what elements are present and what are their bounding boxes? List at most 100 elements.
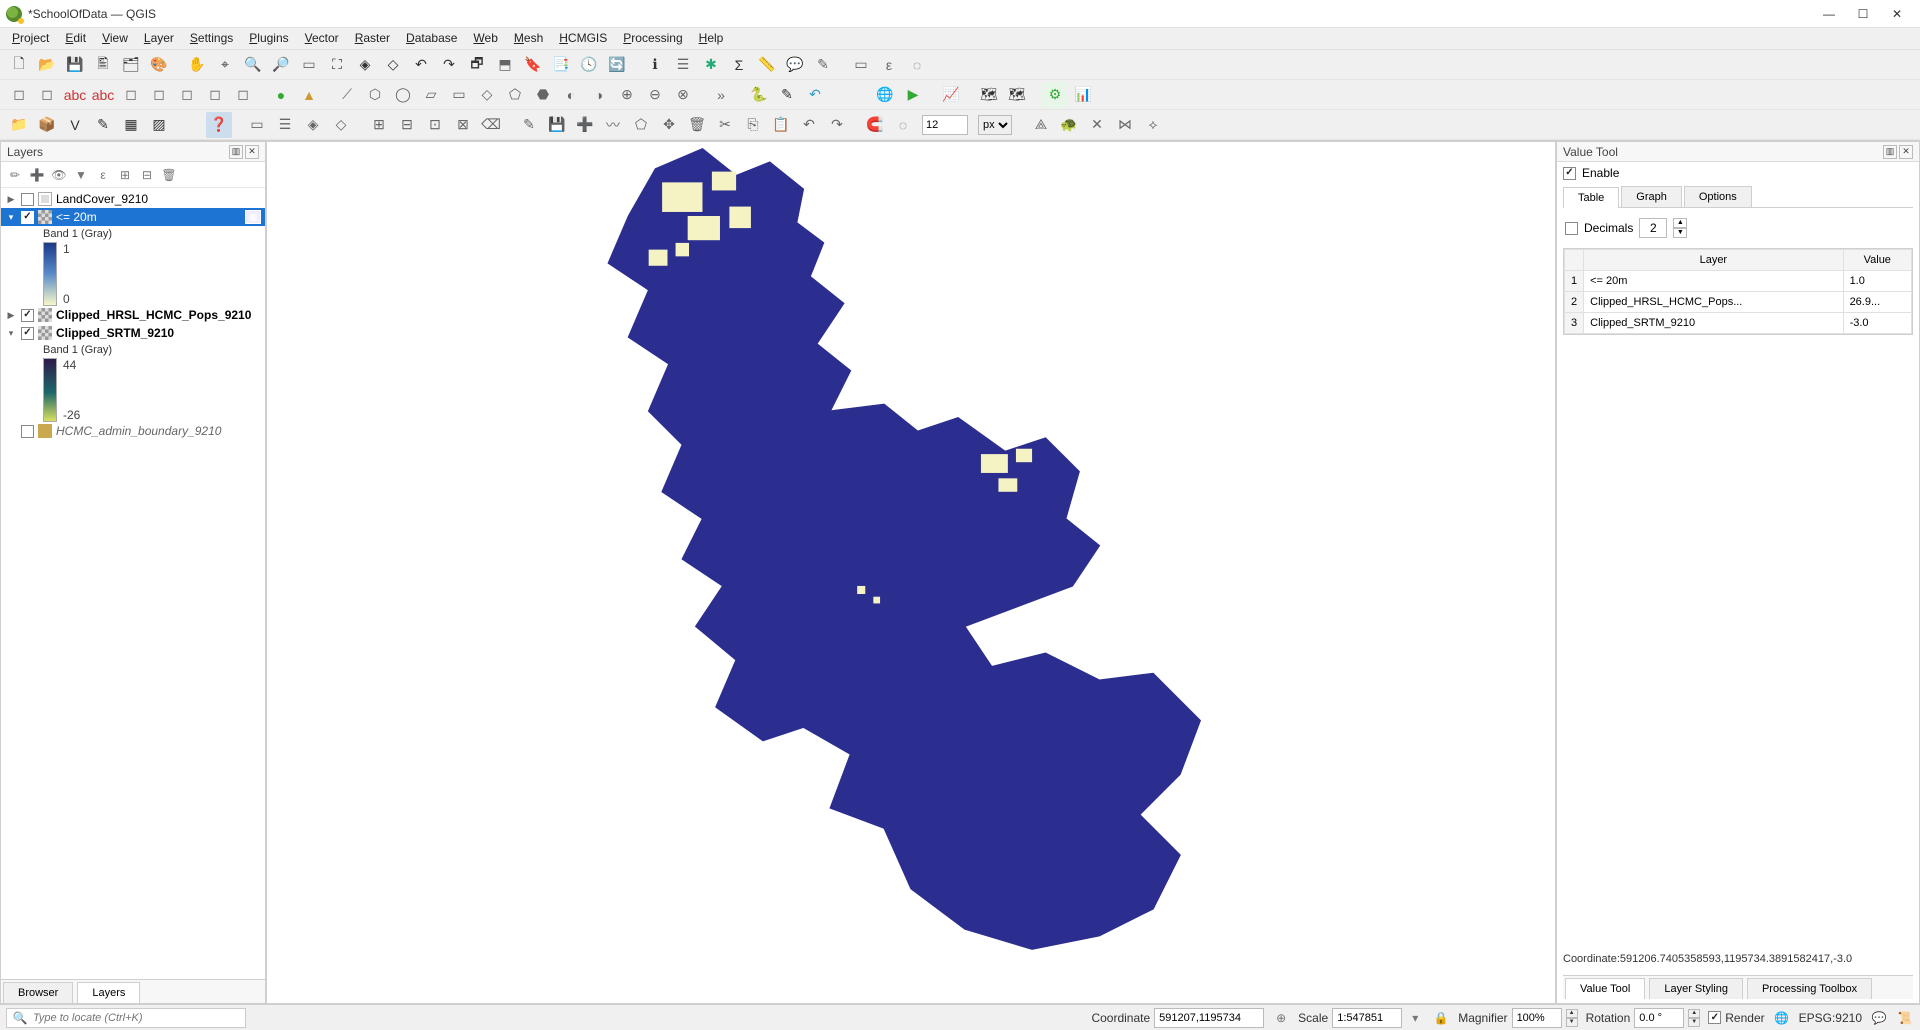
menu-web[interactable]: Web	[465, 28, 505, 49]
digitize-6[interactable]: ◇	[474, 82, 500, 108]
label-tool-4[interactable]: ◻	[146, 82, 172, 108]
data-source-manager-button[interactable]: 📁	[6, 112, 32, 138]
edit-line[interactable]: 〰	[600, 112, 626, 138]
coordinate-input[interactable]	[1154, 1008, 1264, 1028]
scale-dropdown-icon[interactable]: ▾	[1406, 1009, 1424, 1027]
filter-legend-icon[interactable]: ▼	[73, 167, 89, 183]
menu-edit[interactable]: Edit	[57, 28, 94, 49]
crs-icon[interactable]: 🌐	[1773, 1009, 1791, 1027]
locator-bar[interactable]: 🔍	[6, 1008, 246, 1028]
zoom-last-button[interactable]: ↶	[408, 52, 434, 78]
tb3-9[interactable]: ⌫	[478, 112, 504, 138]
field-calculator-button[interactable]: ✱	[698, 52, 724, 78]
help-button[interactable]: ❓	[206, 112, 232, 138]
label-abc-button[interactable]: abc	[62, 82, 88, 108]
mmqgis2-button[interactable]: ▲	[296, 82, 322, 108]
layer-row[interactable]: ▶LandCover_9210	[1, 190, 265, 208]
menu-raster[interactable]: Raster	[347, 28, 398, 49]
annotation-button[interactable]: ✎	[810, 52, 836, 78]
magnifier-input[interactable]	[1512, 1008, 1562, 1028]
menu-plugins[interactable]: Plugins	[241, 28, 296, 49]
close-button[interactable]: ✕	[1880, 2, 1914, 26]
locator-input[interactable]	[33, 1012, 241, 1024]
menu-layer[interactable]: Layer	[136, 28, 182, 49]
label-tool-1[interactable]: ◻	[6, 82, 32, 108]
digitize-11[interactable]: ⊕	[614, 82, 640, 108]
deselect-button[interactable]: ◌	[904, 52, 930, 78]
vt-enable-checkbox[interactable]	[1563, 167, 1576, 180]
zoom-out-button[interactable]: 🔎	[268, 52, 294, 78]
edit-poly[interactable]: ⬠	[628, 112, 654, 138]
messages-icon[interactable]: 💬	[1870, 1009, 1888, 1027]
snap-unit-select[interactable]: px	[978, 115, 1012, 135]
lock-icon[interactable]: 🔒	[1432, 1009, 1450, 1027]
snap-unit[interactable]: px	[974, 112, 1016, 138]
edit-button[interactable]: ✎	[774, 82, 800, 108]
digitize-9[interactable]: ◐	[558, 82, 584, 108]
new-shapefile-button[interactable]: V	[62, 112, 88, 138]
remove-layer-icon[interactable]: 🗑	[161, 167, 177, 183]
btab-value-tool[interactable]: Value Tool	[1565, 978, 1645, 999]
vt-decimals-checkbox[interactable]	[1565, 222, 1578, 235]
layer-row[interactable]: ▶Clipped_HRSL_HCMC_Pops_9210	[1, 306, 265, 324]
menu-processing[interactable]: Processing	[615, 28, 690, 49]
digitize-1[interactable]: ⟋	[334, 82, 360, 108]
tb3-4[interactable]: ◇	[328, 112, 354, 138]
new-print-layout-button[interactable]: 🖺	[90, 52, 116, 78]
digitize-10[interactable]: ◑	[586, 82, 612, 108]
label-tool-3[interactable]: ◻	[118, 82, 144, 108]
minimize-button[interactable]: —	[1812, 2, 1846, 26]
topo-2[interactable]: 🐢	[1056, 112, 1082, 138]
layer-checkbox[interactable]	[21, 211, 34, 224]
save-project-button[interactable]: 💾	[62, 52, 88, 78]
edit-pencil[interactable]: ✎	[516, 112, 542, 138]
model-button[interactable]: 📊	[1070, 82, 1096, 108]
digitize-2[interactable]: ⬡	[362, 82, 388, 108]
maximize-button[interactable]: ☐	[1846, 2, 1880, 26]
new-geopackage-button[interactable]: 📦	[34, 112, 60, 138]
identify-button[interactable]: ℹ	[642, 52, 668, 78]
map-tips-button[interactable]: 💬	[782, 52, 808, 78]
mmqgis-button[interactable]: ●	[268, 82, 294, 108]
tab-browser[interactable]: Browser	[3, 982, 73, 1003]
undock-vt-icon[interactable]: ▥	[1883, 145, 1897, 159]
digitize-13[interactable]: ⊗	[670, 82, 696, 108]
zoom-full-button[interactable]: ⛶	[324, 52, 350, 78]
menu-view[interactable]: View	[94, 28, 136, 49]
select-features-button[interactable]: ▭	[848, 52, 874, 78]
menu-hcmgis[interactable]: HCMGIS	[551, 28, 615, 49]
expander-icon[interactable]: ▶	[5, 194, 17, 205]
edit-paste[interactable]: 📋	[768, 112, 794, 138]
edit-cut[interactable]: ✂	[712, 112, 738, 138]
edit-add[interactable]: ➕	[572, 112, 598, 138]
tb3-2[interactable]: ☰	[272, 112, 298, 138]
menu-mesh[interactable]: Mesh	[506, 28, 551, 49]
temporal-button[interactable]: 🕓	[576, 52, 602, 78]
close-vt-icon[interactable]: ✕	[1899, 145, 1913, 159]
layer-row[interactable]: ▾Clipped_SRTM_9210	[1, 324, 265, 342]
topo-4[interactable]: ⋈	[1112, 112, 1138, 138]
menu-project[interactable]: Project	[4, 28, 57, 49]
snap2-button[interactable]: ◌	[890, 112, 916, 138]
expander-icon[interactable]: ▾	[5, 328, 17, 339]
manage-themes-icon[interactable]: 👁	[51, 167, 67, 183]
layer-checkbox[interactable]	[21, 193, 34, 206]
chart-button[interactable]: 📈	[938, 82, 964, 108]
scale-input[interactable]	[1332, 1008, 1402, 1028]
new-map-view-button[interactable]: 🗗	[464, 52, 490, 78]
rotation-input[interactable]	[1634, 1008, 1684, 1028]
close-panel-icon[interactable]: ✕	[245, 145, 259, 159]
layer-checkbox[interactable]	[21, 309, 34, 322]
label-tool-5[interactable]: ◻	[174, 82, 200, 108]
globe-button[interactable]: 🌐	[872, 82, 898, 108]
vt-decimals-input[interactable]	[1639, 218, 1667, 238]
table-row[interactable]: 2Clipped_HRSL_HCMC_Pops...26.9...	[1565, 292, 1912, 313]
table-row[interactable]: 1<= 20m1.0	[1565, 271, 1912, 292]
rotation-spinner[interactable]: ▲▼	[1688, 1009, 1700, 1027]
new-bookmark-button[interactable]: 🔖	[520, 52, 546, 78]
menu-vector[interactable]: Vector	[297, 28, 347, 49]
digitize-4[interactable]: ▱	[418, 82, 444, 108]
layer-row[interactable]: ▾<= 20m▦	[1, 208, 265, 226]
new-memory-button[interactable]: ▦	[118, 112, 144, 138]
edit-redo[interactable]: ↷	[824, 112, 850, 138]
